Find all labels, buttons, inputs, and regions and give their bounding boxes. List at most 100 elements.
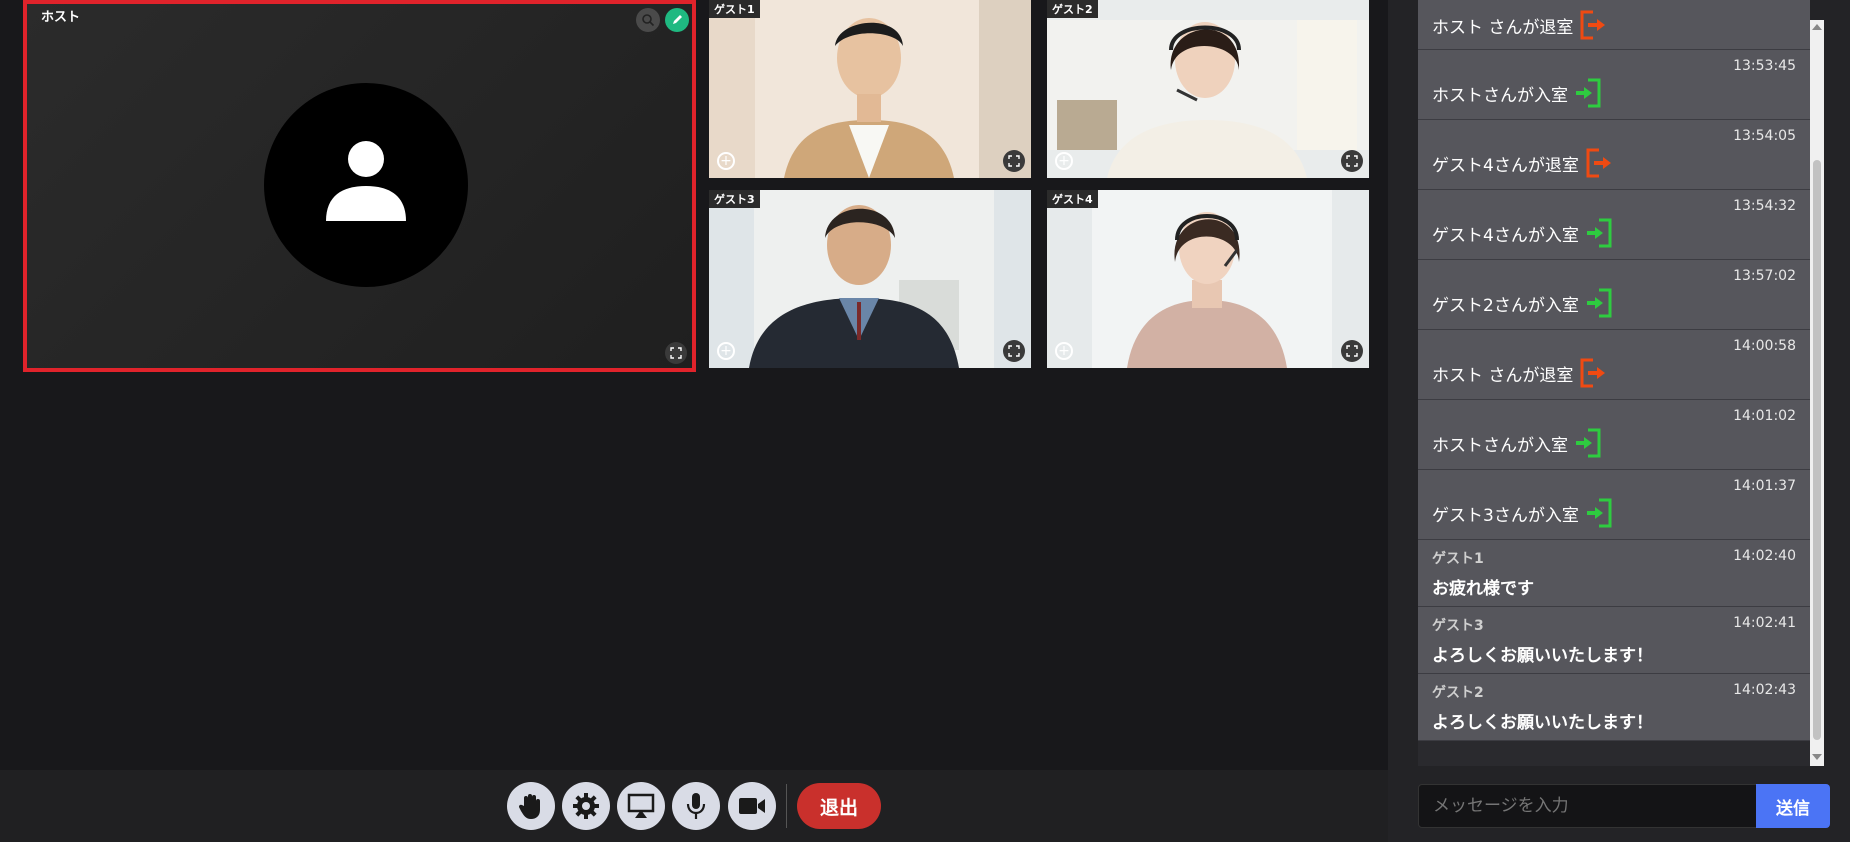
guest-tile-label: ゲスト3	[709, 190, 760, 208]
guest-video-tile-2[interactable]: ゲスト2 +	[1047, 0, 1369, 178]
chat-event-text: ホストさんが入室	[1432, 78, 1602, 108]
add-icon[interactable]: +	[717, 342, 735, 360]
chat-event-row: 13:53:42 ホスト さんが退室	[1418, 0, 1810, 50]
guest-tile-label: ゲスト4	[1047, 190, 1098, 208]
scroll-thumb[interactable]	[1813, 160, 1821, 740]
exit-door-icon	[1580, 358, 1606, 388]
send-button[interactable]: 送信	[1756, 784, 1830, 828]
chat-event-label: ゲスト4さんが退室	[1432, 155, 1579, 176]
chat-time: 14:02:43	[1733, 682, 1796, 698]
chat-event-row: 13:53:45 ホストさんが入室	[1418, 50, 1810, 120]
microphone-button[interactable]	[672, 782, 720, 830]
chat-event-label: ゲスト4さんが入室	[1432, 225, 1579, 246]
chat-event-text: ホストさんが入室	[1432, 428, 1602, 458]
chat-time: 14:01:02	[1733, 408, 1796, 424]
toolbar-divider	[786, 784, 787, 828]
chat-message-list[interactable]: 13:53:42 ホスト さんが退室 13:53:45 ホストさんが入室 13:54:0…	[1418, 0, 1810, 766]
guest-photo	[1047, 190, 1369, 368]
guest-tile-label: ゲスト1	[709, 0, 760, 18]
chat-event-row: 14:00:58 ホスト さんが退室	[1418, 330, 1810, 400]
chat-sender: ゲスト3	[1432, 618, 1484, 634]
guest-photo	[1047, 0, 1369, 178]
video-stage: ホスト ゲスト1 + ゲスト2 + ゲスト3 + ゲスト4 +	[0, 0, 1388, 770]
chat-message-body: よろしくお願いいたします！	[1432, 713, 1653, 733]
video-camera-icon	[739, 798, 765, 814]
fullscreen-icon[interactable]	[1341, 340, 1363, 362]
chat-event-text: ホスト さんが退室	[1432, 10, 1607, 40]
fullscreen-icon[interactable]	[665, 342, 687, 364]
chat-time: 14:01:37	[1733, 478, 1796, 494]
chat-event-label: ゲスト3さんが入室	[1432, 505, 1579, 526]
chat-time: 13:53:45	[1733, 58, 1796, 74]
scroll-up-arrow[interactable]	[1812, 24, 1822, 30]
chat-event-text: ゲスト4さんが退室	[1432, 148, 1613, 178]
add-icon[interactable]: +	[1055, 152, 1073, 170]
guest-photo	[709, 190, 1031, 368]
gear-icon	[573, 793, 599, 819]
exit-button[interactable]: 退出	[797, 783, 881, 829]
enter-door-icon	[1586, 498, 1612, 528]
add-icon[interactable]: +	[1055, 342, 1073, 360]
exit-door-icon	[1580, 10, 1606, 40]
chat-event-label: ゲスト2さんが入室	[1432, 295, 1579, 316]
scroll-down-arrow[interactable]	[1812, 754, 1822, 760]
guest-video-tile-4[interactable]: ゲスト4 +	[1047, 190, 1369, 368]
fullscreen-icon[interactable]	[1003, 150, 1025, 172]
chat-time: 13:54:05	[1733, 128, 1796, 144]
chat-event-text: ゲスト2さんが入室	[1432, 288, 1613, 318]
enter-door-icon	[1576, 428, 1601, 458]
chat-event-row: 14:01:02 ホストさんが入室	[1418, 400, 1810, 470]
chat-event-label: ホスト さんが退室	[1432, 17, 1574, 38]
pen-icon[interactable]	[665, 8, 689, 32]
chat-event-text: ホスト さんが退室	[1432, 358, 1607, 388]
fullscreen-icon[interactable]	[1003, 340, 1025, 362]
control-toolbar: 退出	[0, 770, 1388, 842]
chat-panel: 13:53:42 ホスト さんが退室 13:53:45 ホストさんが入室 13:54:0…	[1388, 0, 1850, 842]
chat-event-text: ゲスト3さんが入室	[1432, 498, 1613, 528]
guest-video-tile-3[interactable]: ゲスト3 +	[709, 190, 1031, 368]
chat-time: 14:02:41	[1733, 615, 1796, 631]
chat-message-row: ゲスト1 14:02:40 お疲れ様です	[1418, 540, 1810, 607]
chat-time: 14:00:58	[1733, 338, 1796, 354]
guest-video-tile-1[interactable]: ゲスト1 +	[709, 0, 1031, 178]
chat-event-row: 14:01:37 ゲスト3さんが入室	[1418, 470, 1810, 540]
chat-event-row: 13:54:32 ゲスト4さんが入室	[1418, 190, 1810, 260]
user-icon	[326, 141, 406, 221]
chat-scrollbar[interactable]	[1810, 20, 1824, 766]
chat-sender: ゲスト2	[1432, 685, 1484, 701]
settings-button[interactable]	[562, 782, 610, 830]
chat-event-label: ホストさんが入室	[1432, 435, 1568, 456]
enter-door-icon	[1586, 288, 1612, 318]
host-video-tile[interactable]: ホスト	[23, 0, 696, 372]
fullscreen-icon[interactable]	[1341, 150, 1363, 172]
avatar	[264, 83, 468, 287]
chat-event-row: 13:54:05 ゲスト4さんが退室	[1418, 120, 1810, 190]
chat-time: 13:57:02	[1733, 268, 1796, 284]
chat-event-text: ゲスト4さんが入室	[1432, 218, 1613, 248]
chat-time: 13:53:42	[1733, 0, 1796, 4]
chat-message-body: お疲れ様です	[1432, 579, 1534, 599]
microphone-icon	[686, 793, 706, 819]
chat-event-row: 13:57:02 ゲスト2さんが入室	[1418, 260, 1810, 330]
chat-time: 13:54:32	[1733, 198, 1796, 214]
screen-share-icon	[627, 793, 655, 818]
add-icon[interactable]: +	[717, 152, 735, 170]
chat-message-row: ゲスト2 14:02:43 よろしくお願いいたします！	[1418, 674, 1810, 741]
hand-raise-icon	[518, 794, 540, 819]
chat-message-row: ゲスト3 14:02:41 よろしくお願いいたします！	[1418, 607, 1810, 674]
chat-message-body: よろしくお願いいたします！	[1432, 646, 1653, 666]
zoom-icon[interactable]	[636, 8, 660, 32]
raise-hand-button[interactable]	[507, 782, 555, 830]
enter-door-icon	[1586, 218, 1612, 248]
guest-tile-label: ゲスト2	[1047, 0, 1098, 18]
enter-door-icon	[1576, 78, 1601, 108]
chat-time: 14:02:40	[1733, 548, 1796, 564]
chat-sender: ゲスト1	[1432, 551, 1484, 567]
guest-photo	[709, 0, 1031, 178]
chat-event-label: ホストさんが入室	[1432, 85, 1568, 106]
screen-share-button[interactable]	[617, 782, 665, 830]
video-camera-button[interactable]	[728, 782, 776, 830]
chat-message-input[interactable]	[1418, 784, 1764, 828]
host-tile-label: ホスト	[41, 10, 81, 25]
chat-event-label: ホスト さんが退室	[1432, 365, 1574, 386]
